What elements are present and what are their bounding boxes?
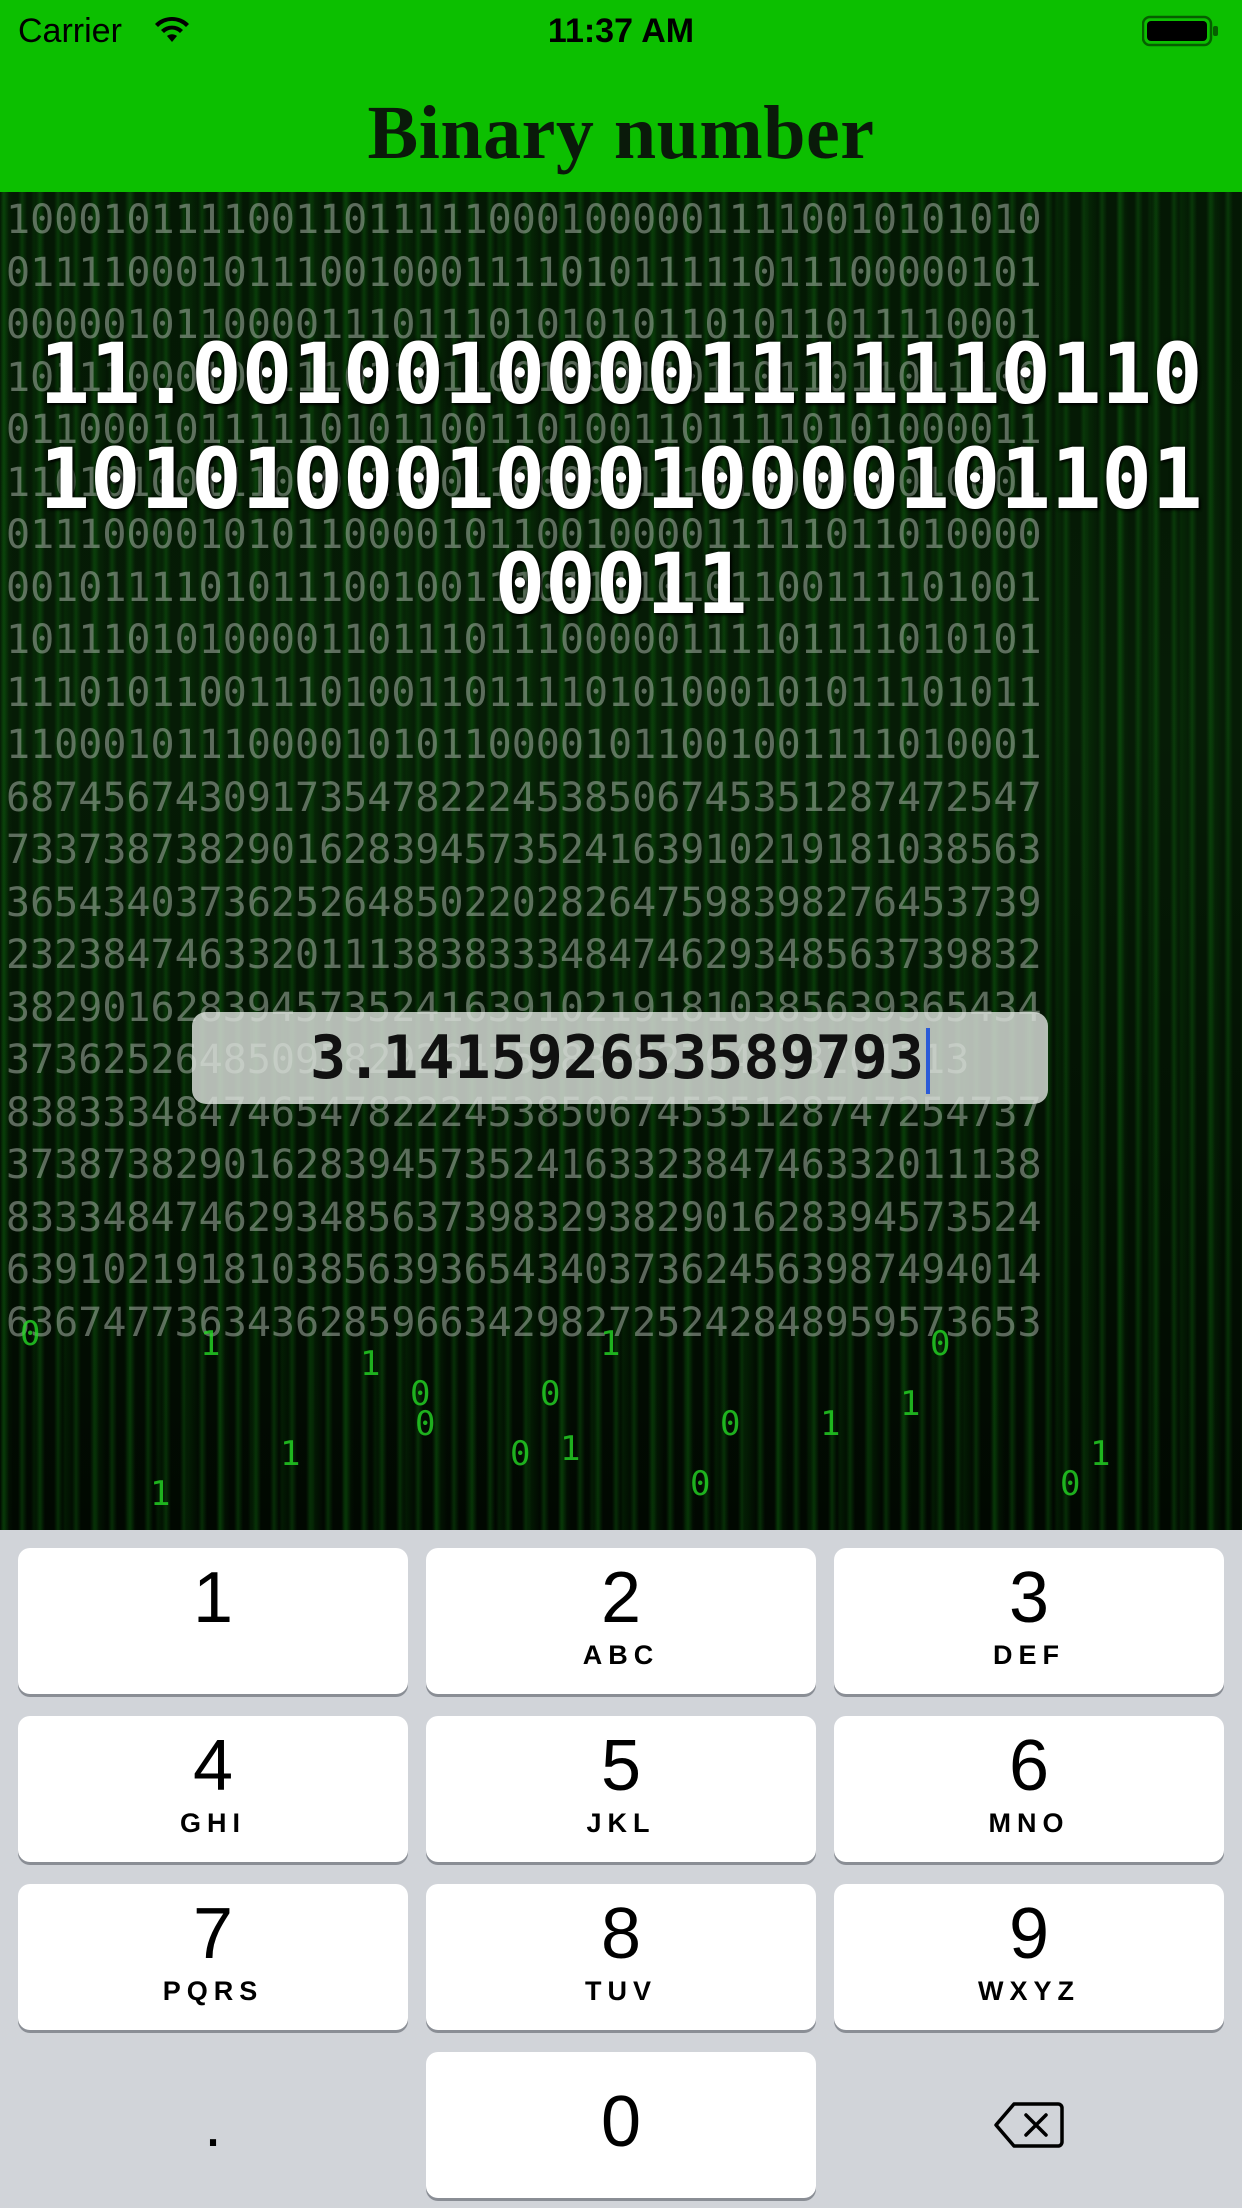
key-9-digit: 9	[1008, 1894, 1050, 1974]
digit-rain-row: 3738738290162839457352416332384746332011…	[6, 1142, 1042, 1188]
falling-digit: 1	[900, 1384, 921, 1424]
falling-digit: 1	[150, 1474, 171, 1514]
digit-rain-row: 1110101100111010011011110101000101011101…	[6, 669, 1042, 716]
navigation-header: Carrier 11:37 AM Binary number	[0, 0, 1242, 192]
numeric-keypad: 1 2 ABC 3 DEF 4 GHI 5 JKL 6 MNO 7 PQRS 8…	[0, 1530, 1242, 2208]
digit-rain-row: 6874567430917354782224538506745351287472…	[6, 774, 1042, 821]
digit-rain-row: 0111100010111001000111101011111011100000…	[6, 249, 1042, 296]
key-8[interactable]: 8 TUV	[426, 1884, 816, 2030]
falling-digit: 1	[1090, 1434, 1111, 1474]
falling-digit: 1	[360, 1344, 381, 1384]
falling-digit: 1	[600, 1324, 621, 1364]
key-3-digit: 3	[1008, 1558, 1050, 1638]
digit-rain-row: 7337387382901628394573524163910219181038…	[6, 827, 1042, 873]
key-4-digit: 4	[192, 1726, 234, 1806]
battery-icon	[1142, 15, 1218, 47]
falling-digits: 011001010110001011	[0, 1314, 1242, 1530]
falling-digit: 0	[415, 1404, 436, 1444]
digit-rain-row: 6391021918103856393654340373624563987494…	[6, 1247, 1042, 1293]
key-7-letters: PQRS	[162, 1976, 264, 2006]
clock: 11:37 AM	[547, 12, 695, 50]
key-7-digit: 7	[192, 1894, 234, 1974]
key-2[interactable]: 2 ABC	[426, 1548, 816, 1694]
digit-rain-row: 2323847463320111383833348474629348563739…	[6, 932, 1042, 978]
key-2-letters: ABC	[582, 1640, 660, 1670]
falling-digit: 1	[820, 1404, 841, 1444]
key-7[interactable]: 7 PQRS	[18, 1884, 408, 2030]
key-5-letters: JKL	[586, 1808, 656, 1838]
key-0[interactable]: 0	[426, 2052, 816, 2198]
key-4[interactable]: 4 GHI	[18, 1716, 408, 1862]
falling-digit: 0	[540, 1374, 561, 1414]
key-6-letters: MNO	[988, 1808, 1070, 1838]
falling-digit: 0	[20, 1314, 41, 1354]
key-1-digit: 1	[192, 1558, 234, 1638]
decimal-input-text[interactable]: 3.141592653589793	[192, 1012, 1048, 1104]
binary-result: 11.0010010000111111011010101000100010000…	[39, 325, 1203, 633]
digit-rain-row: 8333484746293485637398329382901628394573…	[6, 1194, 1042, 1241]
key-8-letters: TUV	[585, 1976, 657, 2006]
status-bar: Carrier 11:37 AM	[0, 0, 1242, 62]
key-8-digit: 8	[600, 1894, 642, 1974]
key-decimal-point-label: .	[204, 2088, 222, 2160]
page-title: Binary number	[367, 91, 875, 175]
key-decimal-point[interactable]: .	[18, 2052, 408, 2198]
falling-digit: 0	[720, 1404, 741, 1444]
key-6-digit: 6	[1008, 1726, 1050, 1806]
falling-digit: 0	[690, 1464, 711, 1504]
digit-rain-row: 1000101111001101111100010000011110010101…	[6, 197, 1042, 243]
backspace-key[interactable]	[834, 2052, 1224, 2198]
digit-rain-row: 3654340373625264850220282647598398276453…	[6, 879, 1042, 926]
key-0-digit: 0	[600, 2082, 642, 2162]
key-5-digit: 5	[600, 1726, 642, 1806]
falling-digit: 0	[510, 1434, 531, 1474]
key-6[interactable]: 6 MNO	[834, 1716, 1224, 1862]
key-2-digit: 2	[600, 1558, 642, 1638]
falling-digit: 0	[1060, 1464, 1081, 1504]
falling-digit: 1	[560, 1429, 581, 1469]
digit-rain-row: 1100010111000010101100001011001001111010…	[6, 722, 1042, 768]
backspace-icon	[994, 2102, 1064, 2148]
key-3-letters: DEF	[993, 1640, 1065, 1670]
key-3[interactable]: 3 DEF	[834, 1548, 1224, 1694]
falling-digit: 0	[930, 1324, 951, 1364]
key-4-letters: GHI	[179, 1808, 246, 1838]
decimal-input-value: 3.141592653589793	[309, 1023, 925, 1093]
decimal-input-field[interactable]: 3.141592653589793	[192, 1012, 1048, 1104]
falling-digit: 1	[200, 1324, 221, 1364]
key-9-letters: WXYZ	[978, 1976, 1080, 2006]
key-9[interactable]: 9 WXYZ	[834, 1884, 1224, 2030]
key-1[interactable]: 1	[18, 1548, 408, 1694]
matrix-background: 1000101111001101111100010000011110010101…	[0, 192, 1242, 1530]
text-cursor	[926, 1028, 931, 1095]
key-5[interactable]: 5 JKL	[426, 1716, 816, 1862]
falling-digit: 1	[280, 1434, 301, 1474]
